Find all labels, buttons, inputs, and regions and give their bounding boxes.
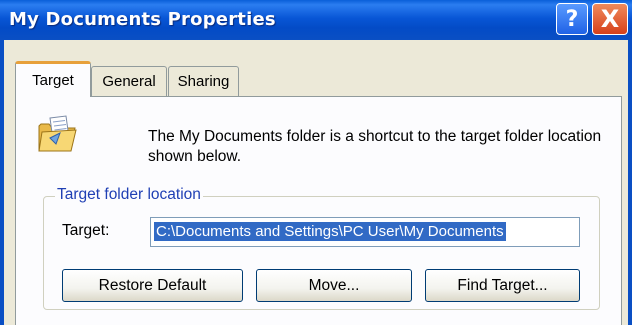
find-target-button[interactable]: Find Target... (425, 269, 580, 302)
window-title: My Documents Properties (9, 9, 276, 30)
target-path-input[interactable]: C:\Documents and Settings\PC User\My Doc… (150, 217, 580, 247)
description-text: The My Documents folder is a shortcut to… (148, 128, 602, 165)
group-legend: Target folder location (55, 186, 203, 204)
tab-sharing[interactable]: Sharing (168, 66, 239, 96)
restore-default-button[interactable]: Restore Default (62, 269, 243, 302)
tab-general[interactable]: General (91, 66, 167, 96)
close-button[interactable]: X (592, 3, 628, 35)
help-button[interactable]: ? (556, 3, 588, 35)
folder-document-icon (38, 115, 77, 152)
target-path-value: C:\Documents and Settings\PC User\My Doc… (154, 222, 506, 241)
tab-general-label: General (102, 73, 156, 90)
window-border-right (628, 40, 632, 325)
window-border-left (0, 40, 4, 325)
properties-window: My Documents Properties ? X Target Gener… (0, 0, 632, 325)
title-bar[interactable]: My Documents Properties ? X (0, 0, 632, 40)
tab-sharing-label: Sharing (177, 73, 230, 90)
tab-target-label: Target (32, 72, 74, 89)
close-icon: X (600, 5, 620, 33)
move-button[interactable]: Move... (256, 269, 412, 302)
move-label: Move... (308, 276, 360, 294)
find-target-label: Find Target... (457, 276, 548, 294)
restore-default-label: Restore Default (98, 276, 207, 294)
target-label: Target: (62, 222, 110, 239)
tab-target[interactable]: Target (15, 61, 91, 97)
help-icon: ? (565, 6, 579, 32)
